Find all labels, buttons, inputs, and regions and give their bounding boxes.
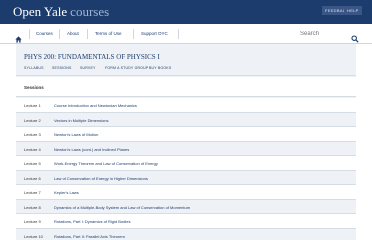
home-icon[interactable] bbox=[15, 30, 22, 43]
lecture-row[interactable]: Lecture 4 Newton's Laws (cont.) and Incl… bbox=[16, 141, 356, 156]
lecture-title-link[interactable]: Newton's Laws (cont.) and Inclined Plane… bbox=[54, 147, 129, 152]
lecture-number: Lecture 10 bbox=[24, 233, 43, 239]
lecture-title-link[interactable]: Newton's Laws of Motion bbox=[54, 132, 98, 137]
lecture-title-link[interactable]: Law of Conservation of Energy in Higher … bbox=[54, 176, 148, 181]
lecture-number: Lecture 6 bbox=[24, 175, 41, 181]
lecture-number: Lecture 9 bbox=[24, 219, 41, 224]
sessions-header: Sessions bbox=[16, 77, 356, 97]
lecture-row[interactable]: Lecture 9 Rotations, Part I: Dynamics of… bbox=[16, 214, 356, 229]
nav-divider bbox=[87, 29, 88, 39]
search-box bbox=[300, 29, 360, 43]
site-logo[interactable]: Open Yale courses bbox=[13, 4, 109, 20]
logo-main-text: Open Yale bbox=[13, 4, 68, 19]
course-header: PHYS 200: FUNDAMENTALS OF PHYSICS I SYLL… bbox=[16, 44, 356, 76]
nav-terms-of-use[interactable]: Terms of Use bbox=[95, 31, 122, 36]
lecture-number: Lecture 1 bbox=[24, 103, 41, 108]
nav-courses[interactable]: Courses bbox=[36, 31, 53, 36]
lecture-title-link[interactable]: Vectors in Multiple Dimensions bbox=[54, 118, 108, 123]
lecture-row[interactable]: Lecture 5 Work-Energy Theorem and Law of… bbox=[16, 156, 356, 171]
nav-divider bbox=[178, 29, 179, 39]
sessions-heading: Sessions bbox=[24, 85, 44, 90]
top-banner: Open Yale courses FEEDBACK HELP bbox=[0, 0, 372, 24]
lecture-number: Lecture 7 bbox=[24, 190, 41, 195]
lecture-number: Lecture 8 bbox=[24, 204, 41, 210]
lecture-row[interactable]: Lecture 2 Vectors in Multiple Dimensions bbox=[16, 112, 356, 127]
nav-support-oyc[interactable]: Support OYC bbox=[141, 31, 168, 36]
help-link[interactable]: HELP bbox=[344, 6, 362, 15]
lecture-number: Lecture 2 bbox=[24, 117, 41, 123]
lecture-number: Lecture 5 bbox=[24, 161, 41, 166]
nav-divider bbox=[29, 29, 30, 39]
lecture-row[interactable]: Lecture 7 Kepler's Laws bbox=[16, 185, 356, 200]
lecture-number: Lecture 4 bbox=[24, 146, 41, 152]
tab-syllabus[interactable]: SYLLABUS bbox=[24, 66, 44, 70]
tab-sessions[interactable]: SESSIONS bbox=[52, 66, 72, 70]
tab-survey[interactable]: SURVEY bbox=[80, 66, 96, 70]
nav-divider bbox=[133, 29, 134, 39]
lecture-title-link[interactable]: Work-Energy Theorem and Law of Conservat… bbox=[54, 161, 158, 166]
nav-divider bbox=[59, 29, 60, 39]
lecture-title-link[interactable]: Dynamics of a Multiple-Body System and L… bbox=[54, 205, 190, 210]
lecture-row[interactable]: Lecture 8 Dynamics of a Multiple-Body Sy… bbox=[16, 199, 356, 214]
lecture-title-link[interactable]: Rotations, Part I: Dynamics of Rigid Bod… bbox=[54, 219, 130, 224]
course-title[interactable]: PHYS 200: FUNDAMENTALS OF PHYSICS I bbox=[24, 53, 160, 61]
lecture-title-link[interactable]: Rotations, Part II: Parallel Axis Theore… bbox=[54, 234, 125, 239]
lecture-row[interactable]: Lecture 1 Course Introduction and Newton… bbox=[16, 98, 356, 113]
search-input[interactable] bbox=[300, 29, 350, 39]
nav-about[interactable]: About bbox=[67, 31, 79, 36]
lecture-number: Lecture 3 bbox=[24, 132, 41, 137]
course-panel: PHYS 200: FUNDAMENTALS OF PHYSICS I SYLL… bbox=[16, 44, 356, 240]
lecture-row[interactable]: Lecture 3 Newton's Laws of Motion bbox=[16, 127, 356, 142]
tab-form-a-study-group[interactable]: FORM A STUDY GROUP bbox=[105, 66, 148, 70]
lecture-title-link[interactable]: Kepler's Laws bbox=[54, 190, 79, 195]
lecture-title-link[interactable]: Course Introduction and Newtonian Mechan… bbox=[54, 103, 137, 108]
tab-buy-books[interactable]: BUY BOOKS bbox=[149, 66, 171, 70]
main-nav: Courses About Terms of Use Support OYC bbox=[0, 24, 372, 44]
lecture-row[interactable]: Lecture 10 Rotations, Part II: Parallel … bbox=[16, 228, 356, 240]
logo-sub-text: courses bbox=[70, 4, 110, 19]
lecture-row[interactable]: Lecture 6 Law of Conservation of Energy … bbox=[16, 170, 356, 185]
search-icon[interactable] bbox=[351, 30, 359, 43]
